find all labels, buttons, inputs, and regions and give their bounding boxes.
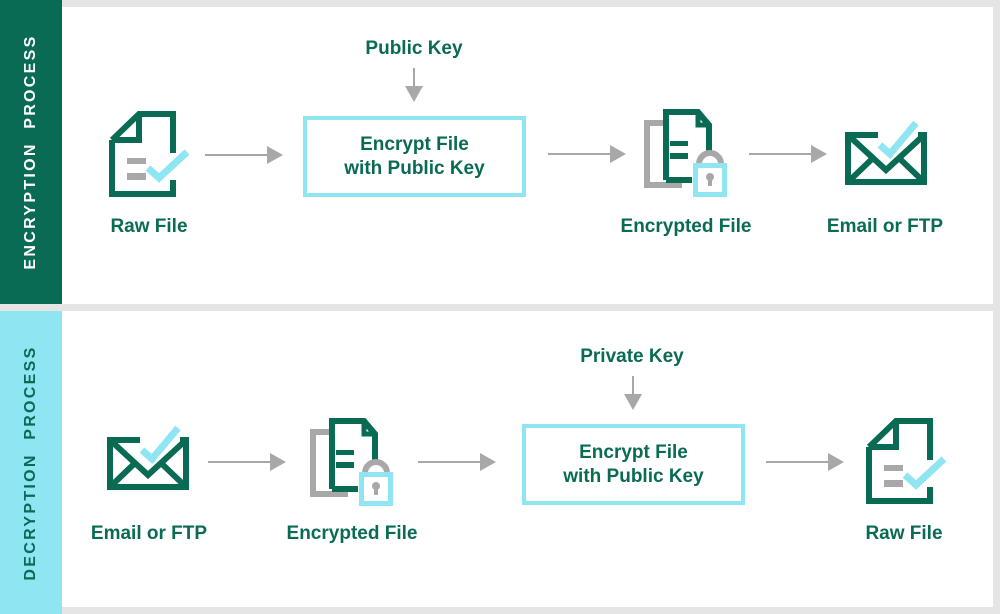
process-box-line1: Encrypt File <box>360 133 469 155</box>
arrow-right-icon <box>748 144 828 164</box>
arrow-right-icon <box>207 452 287 472</box>
raw-file-icon <box>866 418 946 508</box>
public-key-label: Public Key <box>365 38 463 59</box>
email-icon <box>835 110 935 190</box>
raw-file-icon <box>109 111 189 201</box>
arrow-right-icon <box>765 452 845 472</box>
private-key-label: Private Key <box>580 346 684 367</box>
arrow-down-icon <box>623 375 643 411</box>
decryption-step-label-encrypted-file: Encrypted File <box>286 523 418 544</box>
decrypt-process-box: Encrypt File with Public Key <box>522 424 745 505</box>
decryption-sidebar: DECRYPTION PROCESS <box>0 311 62 614</box>
encrypt-process-box: Encrypt File with Public Key <box>303 116 526 197</box>
decryption-step-label-raw-file: Raw File <box>865 523 943 544</box>
arrow-right-icon <box>547 144 627 164</box>
process-box-line2: with Public Key <box>563 465 704 487</box>
encryption-sidebar: ENCRYPTION PROCESS <box>0 0 62 304</box>
process-box-line1: Encrypt File <box>579 441 688 463</box>
arrow-down-icon <box>404 67 424 103</box>
decryption-step-label-email: Email or FTP <box>90 523 208 544</box>
encryption-step-label-raw-file: Raw File <box>110 216 188 237</box>
email-icon <box>97 415 197 495</box>
encrypted-file-icon <box>640 105 730 200</box>
decryption-section-title: DECRYPTION PROCESS <box>22 344 39 581</box>
arrow-right-icon <box>417 452 497 472</box>
encryption-step-label-email: Email or FTP <box>826 216 944 237</box>
encryption-section-title: ENCRYPTION PROCESS <box>22 34 39 270</box>
encryption-step-label-encrypted-file: Encrypted File <box>620 216 752 237</box>
process-box-line2: with Public Key <box>344 157 485 179</box>
arrow-right-icon <box>204 145 284 165</box>
encrypted-file-icon <box>306 414 396 509</box>
